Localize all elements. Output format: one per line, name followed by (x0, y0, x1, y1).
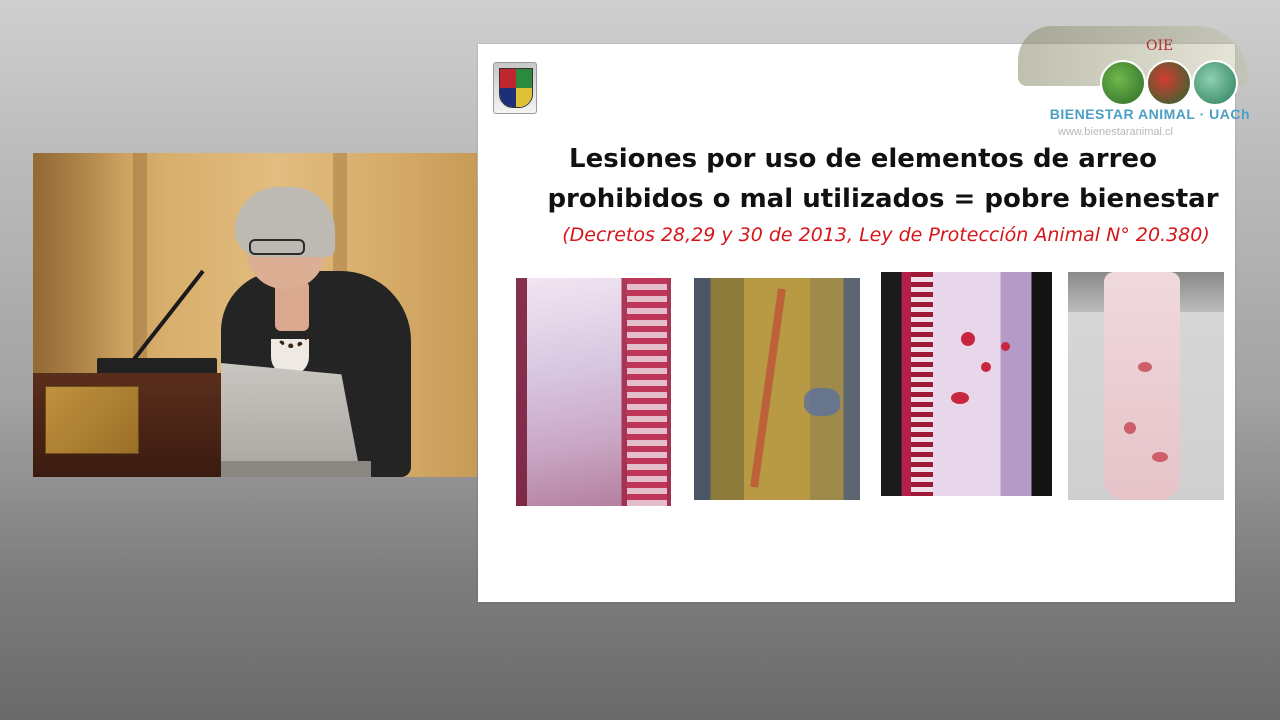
lesion-spot (961, 332, 975, 346)
carcass-photo-1 (516, 278, 671, 506)
bruise-spot (804, 388, 840, 416)
bienestar-animal-logo: OIE BIENESTAR ANIMAL · UACh www.bienesta… (1008, 20, 1258, 142)
lesion-spot (1152, 452, 1168, 462)
hanging-carcass (1104, 272, 1180, 500)
speaker-video (33, 153, 477, 477)
slide-title-line-2: prohibidos o mal utilizados = pobre bien… (547, 184, 1219, 214)
lesion-spot (1138, 362, 1152, 372)
globe-icon (1146, 60, 1192, 106)
lesion-spot (1124, 422, 1136, 434)
lesion-spot (1001, 342, 1010, 351)
slide-title-line-1: Lesiones por uso de elementos de arreo (569, 144, 1157, 174)
carcass-photo-3 (881, 272, 1052, 496)
crest-shield (499, 68, 533, 108)
logo-brand-text: BIENESTAR ANIMAL · UACh (1049, 106, 1250, 122)
rib-area (627, 278, 667, 506)
logo-url: www.bienestaranimal.cl (1058, 126, 1173, 138)
lesion-spot (951, 392, 969, 404)
spine-area (911, 272, 933, 496)
podium-plate (45, 386, 139, 454)
speaker-glasses (249, 239, 305, 255)
lectern (221, 363, 361, 477)
globe-icon (1100, 60, 1146, 106)
lectern-base (221, 461, 371, 477)
globe-icon (1192, 60, 1238, 106)
university-crest-icon (493, 62, 537, 114)
carcass-photo-2 (694, 278, 860, 500)
lesion-streak (750, 288, 786, 488)
oie-label: OIE (1146, 38, 1174, 54)
carcass-photo-4 (1068, 272, 1224, 500)
slide-subtitle: (Decretos 28,29 y 30 de 2013, Ley de Pro… (562, 224, 1210, 246)
lesion-spot (981, 362, 991, 372)
